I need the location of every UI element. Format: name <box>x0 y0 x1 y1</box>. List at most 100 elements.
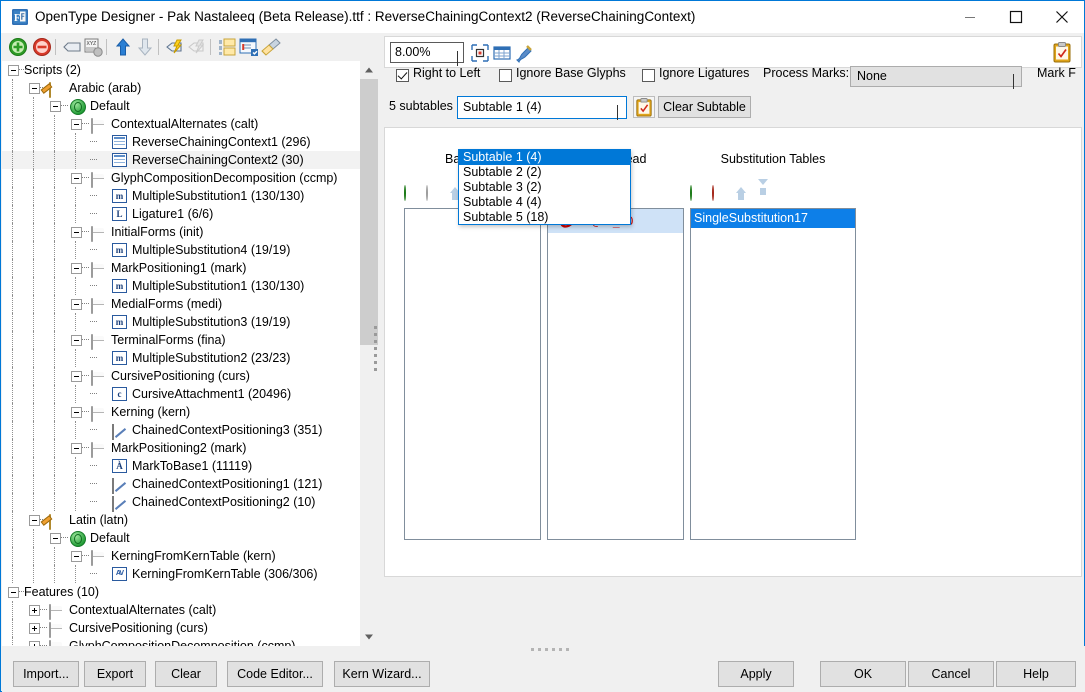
tree-item[interactable]: m MultipleSubstitution4 (19/19) <box>2 241 360 259</box>
lookup-tree[interactable]: Scripts (2) Arabic (arab) Default Contextua… <box>2 61 360 646</box>
tree-item[interactable]: AV KerningFromKernTable (306/306) <box>2 565 360 583</box>
clipboard-check-icon[interactable] <box>1052 42 1072 63</box>
tree-item[interactable]: À MarkToBase1 (11119) <box>2 457 360 475</box>
tree-item[interactable]: KerningFromKernTable (kern) <box>2 547 360 566</box>
ignore-ligatures-checkbox[interactable] <box>642 69 655 82</box>
move-up-icon[interactable] <box>112 36 134 58</box>
glyph-xyz-icon[interactable]: XYZ <box>82 36 104 58</box>
list-item[interactable]: SingleSubstitution17 <box>691 209 855 228</box>
report-icon[interactable] <box>238 36 260 58</box>
clear-button[interactable]: Clear <box>155 661 217 687</box>
tree-item[interactable]: Default <box>2 97 360 115</box>
tree-item[interactable]: MarkPositioning1 (mark) <box>2 259 360 278</box>
tag-icon[interactable] <box>61 36 83 58</box>
clear-subtable-button[interactable]: Clear Subtable <box>658 96 751 118</box>
scroll-down-button[interactable] <box>360 628 378 646</box>
import-button[interactable]: Import... <box>13 661 79 687</box>
tree-item[interactable]: InitialForms (init) <box>2 223 360 242</box>
tree-item[interactable]: GlyphCompositionDecomposition (ccmp) <box>2 637 360 646</box>
cancel-button[interactable]: Cancel <box>908 661 994 687</box>
help-button[interactable]: Help <box>996 661 1076 687</box>
tree-item[interactable]: ContextualAlternates (calt) <box>2 115 360 134</box>
remove-icon[interactable] <box>712 185 728 202</box>
dropdown-option[interactable]: Subtable 1 (4) <box>459 150 630 165</box>
tree-item[interactable]: Arabic (arab) <box>2 79 360 98</box>
tree-item[interactable]: m MultipleSubstitution3 (19/19) <box>2 313 360 331</box>
kern-wizard-button[interactable]: Kern Wizard... <box>334 661 430 687</box>
apply-button[interactable]: Apply <box>718 661 794 687</box>
tree-item[interactable]: m MultipleSubstitution2 (23/23) <box>2 349 360 367</box>
scrollbar-thumb[interactable] <box>360 79 378 345</box>
svg-text:F: F <box>14 13 20 24</box>
tree-item-label: ChainedContextPositioning3 (351) <box>132 423 323 437</box>
tree-item[interactable]: m MultipleSubstitution1 (130/130) <box>2 187 360 205</box>
ok-button[interactable]: OK <box>820 661 906 687</box>
fit-to-window-icon[interactable] <box>470 43 490 63</box>
ignore-base-glyphs-checkbox[interactable] <box>499 69 512 82</box>
code-editor-button[interactable]: Code Editor... <box>227 661 323 687</box>
tree-item-label: MultipleSubstitution1 (130/130) <box>132 279 305 293</box>
right-to-left-label[interactable]: Right to Left <box>413 66 480 80</box>
dropdown-option[interactable]: Subtable 2 (2) <box>459 165 630 180</box>
tree-item[interactable]: Scripts (2) <box>2 61 360 79</box>
tree-item[interactable]: CursivePositioning (curs) <box>2 367 360 386</box>
clean-icon[interactable] <box>260 36 282 58</box>
add-icon[interactable] <box>404 185 420 202</box>
tree-item[interactable]: TerminalForms (fina) <box>2 331 360 350</box>
vertical-splitter[interactable] <box>372 326 380 372</box>
export-button[interactable]: Export <box>84 661 146 687</box>
tree-item[interactable]: ChainedContextPositioning1 (121) <box>2 475 360 494</box>
editor-pane: 8.00% Right to Left Ignore Base Glyphs I… <box>383 33 1084 646</box>
tree-item[interactable]: L Ligature1 (6/6) <box>2 205 360 223</box>
maximize-button[interactable] <box>993 1 1039 32</box>
process-marks-select[interactable]: None <box>850 66 1022 89</box>
subtable-select[interactable]: Subtable 1 (4) <box>457 96 627 120</box>
substitution-tables-list[interactable]: SingleSubstitution17 <box>690 208 856 540</box>
chevron-down-icon <box>617 105 618 120</box>
tree-item-label: InitialForms (init) <box>111 225 204 239</box>
compile-icon[interactable] <box>164 36 186 58</box>
grid-view-icon[interactable] <box>492 43 512 63</box>
right-to-left-checkbox[interactable] <box>396 69 409 82</box>
lookahead-list[interactable]: @CG_10 <box>547 208 684 540</box>
tree-item[interactable]: ReverseChainingContext1 (296) <box>2 133 360 151</box>
zoom-combo[interactable]: 8.00% <box>390 42 464 66</box>
dropdown-option[interactable]: Subtable 5 (18) <box>459 210 630 225</box>
remove-icon <box>426 185 442 202</box>
tree-item[interactable]: Features (10) <box>2 583 360 601</box>
backtrack-list[interactable] <box>404 208 541 540</box>
tree-item[interactable]: Latin (latn) <box>2 511 360 530</box>
copy-table-icon[interactable] <box>216 36 238 58</box>
ignore-base-glyphs-label[interactable]: Ignore Base Glyphs <box>516 66 626 80</box>
tree-item-label: KerningFromKernTable (kern) <box>111 549 276 563</box>
tree-item[interactable]: m MultipleSubstitution1 (130/130) <box>2 277 360 295</box>
tree-item[interactable]: c CursiveAttachment1 (20496) <box>2 385 360 403</box>
ignore-ligatures-label[interactable]: Ignore Ligatures <box>659 66 749 80</box>
tree-item[interactable]: ChainedContextPositioning2 (10) <box>2 493 360 512</box>
tree-item-selected[interactable]: ReverseChainingContext2 (30) <box>2 151 360 169</box>
subtable-clipboard-button[interactable] <box>633 96 655 118</box>
close-button[interactable] <box>1039 1 1085 32</box>
scroll-up-button[interactable] <box>360 61 378 79</box>
move-up-icon <box>734 186 750 202</box>
subtable-dropdown-list[interactable]: Subtable 1 (4) Subtable 2 (2) Subtable 3 (… <box>458 149 631 225</box>
tree-item[interactable]: MedialForms (medi) <box>2 295 360 314</box>
pen-tool-icon[interactable] <box>514 43 534 63</box>
tree-item[interactable]: CursivePositioning (curs) <box>2 619 360 638</box>
move-down-icon[interactable] <box>134 36 156 58</box>
add-icon[interactable] <box>7 36 29 58</box>
remove-icon[interactable] <box>31 36 53 58</box>
tree-item[interactable]: MarkPositioning2 (mark) <box>2 439 360 458</box>
tree-item[interactable]: ContextualAlternates (calt) <box>2 601 360 620</box>
tree-item[interactable]: ChainedContextPositioning3 (351) <box>2 421 360 440</box>
dropdown-option[interactable]: Subtable 4 (4) <box>459 195 630 210</box>
dropdown-option[interactable]: Subtable 3 (2) <box>459 180 630 195</box>
tree-toolbar: XYZ <box>2 33 378 61</box>
tree-item-label: GlyphCompositionDecomposition (ccmp) <box>111 171 338 185</box>
add-icon[interactable] <box>690 185 706 202</box>
tree-item-label: Ligature1 (6/6) <box>132 207 214 221</box>
tree-item[interactable]: GlyphCompositionDecomposition (ccmp) <box>2 169 360 188</box>
tree-item[interactable]: Kerning (kern) <box>2 403 360 422</box>
tree-item[interactable]: Default <box>2 529 360 547</box>
minimize-button[interactable] <box>947 1 993 32</box>
